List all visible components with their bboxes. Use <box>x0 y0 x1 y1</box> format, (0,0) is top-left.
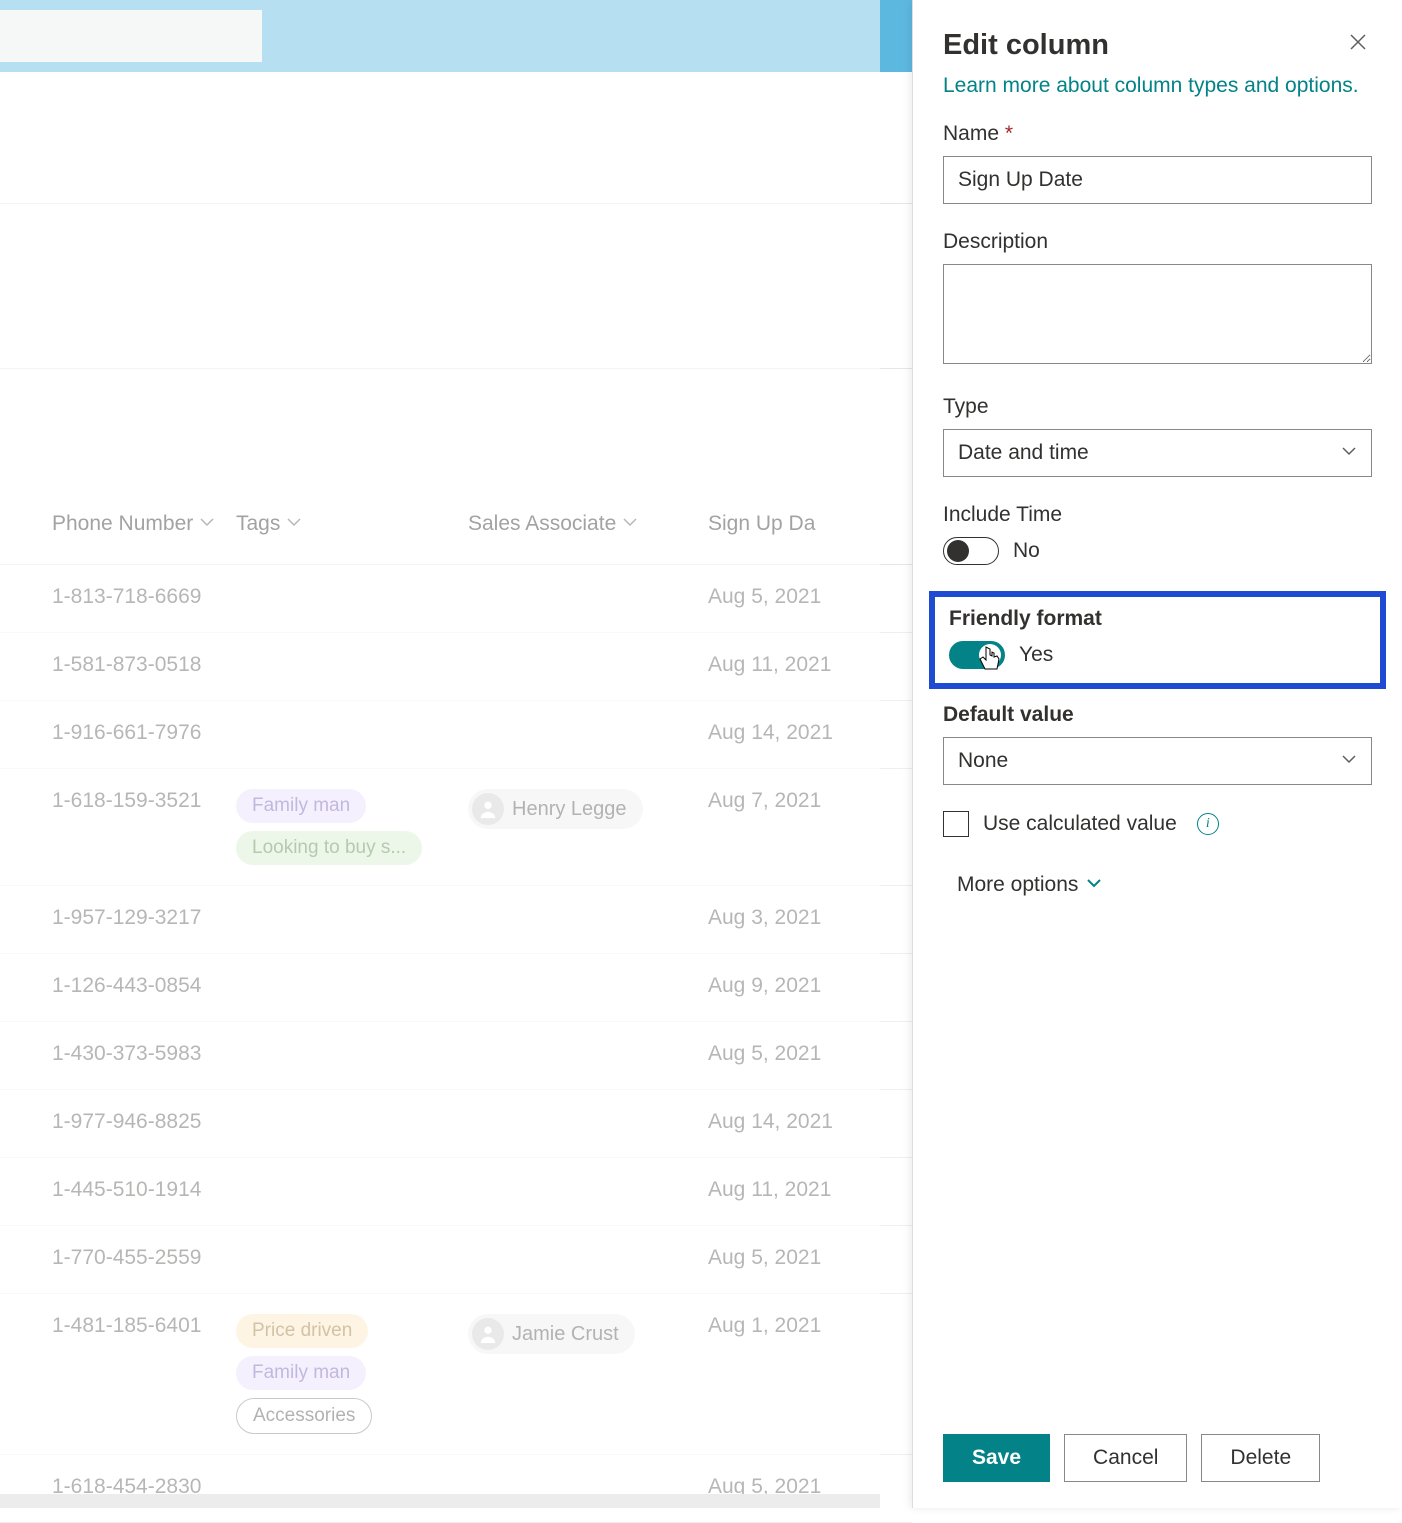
table-row[interactable]: 1-916-661-7976 Aug 14, 2021 <box>0 701 912 769</box>
cell-phone: 1-126-443-0854 <box>0 974 236 998</box>
table-row[interactable]: 1-481-185-6401Price driven Family man Acce… <box>0 1294 912 1455</box>
avatar-icon <box>472 1318 504 1350</box>
chevron-down-icon <box>1341 441 1357 465</box>
cell-sign-up-date: Aug 3, 2021 <box>708 906 878 930</box>
include-time-toggle[interactable] <box>943 537 999 565</box>
cell-sign-up-date: Aug 11, 2021 <box>708 1178 878 1202</box>
include-time-value: No <box>1013 539 1040 563</box>
cell-phone: 1-770-455-2559 <box>0 1246 236 1270</box>
cell-sales-associate: Jamie Crust <box>468 1314 708 1354</box>
cell-sign-up-date: Aug 7, 2021 <box>708 789 878 813</box>
cell-phone: 1-957-129-3217 <box>0 906 236 930</box>
table-header-row: Phone Number Tags Sales Associate Sign U… <box>0 512 912 565</box>
table-row[interactable]: 1-618-159-3521Family man Looking to buy s… <box>0 769 912 886</box>
associate-name: Jamie Crust <box>512 1323 619 1346</box>
cell-phone: 1-813-718-6669 <box>0 585 236 609</box>
table-row[interactable]: 1-618-454-2830Aug 5, 2021 <box>0 1455 912 1523</box>
cell-sign-up-date: Aug 5, 2021 <box>708 585 878 609</box>
type-label: Type <box>943 395 1372 419</box>
chevron-down-icon <box>1086 873 1102 897</box>
cell-phone: 1-618-159-3521 <box>0 789 236 813</box>
friendly-format-value: Yes <box>1019 643 1053 667</box>
cell-phone: 1-430-373-5983 <box>0 1042 236 1066</box>
include-time-label: Include Time <box>943 503 1372 527</box>
default-value-select[interactable]: None <box>943 737 1372 785</box>
save-button[interactable]: Save <box>943 1434 1050 1482</box>
bottom-scrollbar[interactable] <box>0 1494 880 1508</box>
friendly-format-highlight: Friendly format Yes <box>929 591 1386 689</box>
cell-sign-up-date: Aug 11, 2021 <box>708 653 878 677</box>
tag-pill[interactable]: Price driven <box>236 1314 368 1348</box>
cell-sign-up-date: Aug 1, 2021 <box>708 1314 878 1338</box>
tag-pill[interactable]: Looking to buy s... <box>236 831 422 865</box>
cell-sign-up-date: Aug 14, 2021 <box>708 721 878 745</box>
chevron-down-icon <box>199 512 215 536</box>
associate-pill[interactable]: Jamie Crust <box>468 1314 635 1354</box>
table-row[interactable]: 1-430-373-5983 Aug 5, 2021 <box>0 1022 912 1090</box>
more-options-toggle[interactable]: More options <box>957 873 1372 897</box>
table-row[interactable]: 1-770-455-2559 Aug 5, 2021 <box>0 1226 912 1294</box>
use-calculated-value-checkbox[interactable] <box>943 811 969 837</box>
tag-pill[interactable]: Accessories <box>236 1398 372 1434</box>
cursor-pointer-icon <box>977 645 1003 680</box>
cell-sign-up-date: Aug 14, 2021 <box>708 1110 878 1134</box>
edit-column-panel: Edit column Learn more about column type… <box>912 0 1402 1508</box>
chevron-down-icon <box>622 512 638 536</box>
type-select[interactable]: Date and time <box>943 429 1372 477</box>
table-row[interactable]: 1-445-510-1914 Aug 11, 2021 <box>0 1158 912 1226</box>
table-row[interactable]: 1-813-718-6669 Aug 5, 2021 <box>0 565 912 633</box>
chevron-down-icon <box>1341 749 1357 773</box>
use-calculated-value-label: Use calculated value <box>983 812 1177 836</box>
cell-phone: 1-481-185-6401 <box>0 1314 236 1338</box>
tag-pill[interactable]: Family man <box>236 789 366 823</box>
panel-title: Edit column <box>943 29 1109 62</box>
name-label: Name * <box>943 122 1372 146</box>
chevron-down-icon <box>286 512 302 536</box>
data-table: Phone Number Tags Sales Associate Sign U… <box>0 512 912 1523</box>
search-input[interactable] <box>0 10 262 62</box>
cell-phone: 1-445-510-1914 <box>0 1178 236 1202</box>
delete-button[interactable]: Delete <box>1201 1434 1320 1482</box>
cell-phone: 1-916-661-7976 <box>0 721 236 745</box>
friendly-format-label: Friendly format <box>949 607 1366 631</box>
cell-sign-up-date: Aug 5, 2021 <box>708 1042 878 1066</box>
column-header-sign-up-date[interactable]: Sign Up Da <box>708 512 878 536</box>
cancel-button[interactable]: Cancel <box>1064 1434 1187 1482</box>
cell-phone: 1-977-946-8825 <box>0 1110 236 1134</box>
table-row[interactable]: 1-581-873-0518 Aug 11, 2021 <box>0 633 912 701</box>
default-value-label: Default value <box>943 703 1372 727</box>
cell-tags: Price driven Family man Accessories <box>236 1314 468 1434</box>
description-label: Description <box>943 230 1372 254</box>
name-input[interactable] <box>943 156 1372 204</box>
main-content: Phone Number Tags Sales Associate Sign U… <box>0 72 912 1508</box>
column-header-tags[interactable]: Tags <box>236 512 468 536</box>
cell-tags: Family man Looking to buy s... <box>236 789 468 865</box>
description-input[interactable] <box>943 264 1372 364</box>
close-icon[interactable] <box>1344 28 1372 62</box>
avatar-icon <box>472 793 504 825</box>
cell-sign-up-date: Aug 9, 2021 <box>708 974 878 998</box>
cell-phone: 1-581-873-0518 <box>0 653 236 677</box>
table-row[interactable]: 1-957-129-3217 Aug 3, 2021 <box>0 886 912 954</box>
column-header-phone[interactable]: Phone Number <box>0 512 236 536</box>
tag-pill[interactable]: Family man <box>236 1356 366 1390</box>
column-header-sales-associate[interactable]: Sales Associate <box>468 512 708 536</box>
info-icon[interactable]: i <box>1197 813 1219 835</box>
table-row[interactable]: 1-126-443-0854 Aug 9, 2021 <box>0 954 912 1022</box>
table-row[interactable]: 1-977-946-8825 Aug 14, 2021 <box>0 1090 912 1158</box>
associate-name: Henry Legge <box>512 798 627 821</box>
cell-sales-associate: Henry Legge <box>468 789 708 829</box>
cell-sign-up-date: Aug 5, 2021 <box>708 1246 878 1270</box>
associate-pill[interactable]: Henry Legge <box>468 789 643 829</box>
learn-more-link[interactable]: Learn more about column types and option… <box>943 74 1359 98</box>
